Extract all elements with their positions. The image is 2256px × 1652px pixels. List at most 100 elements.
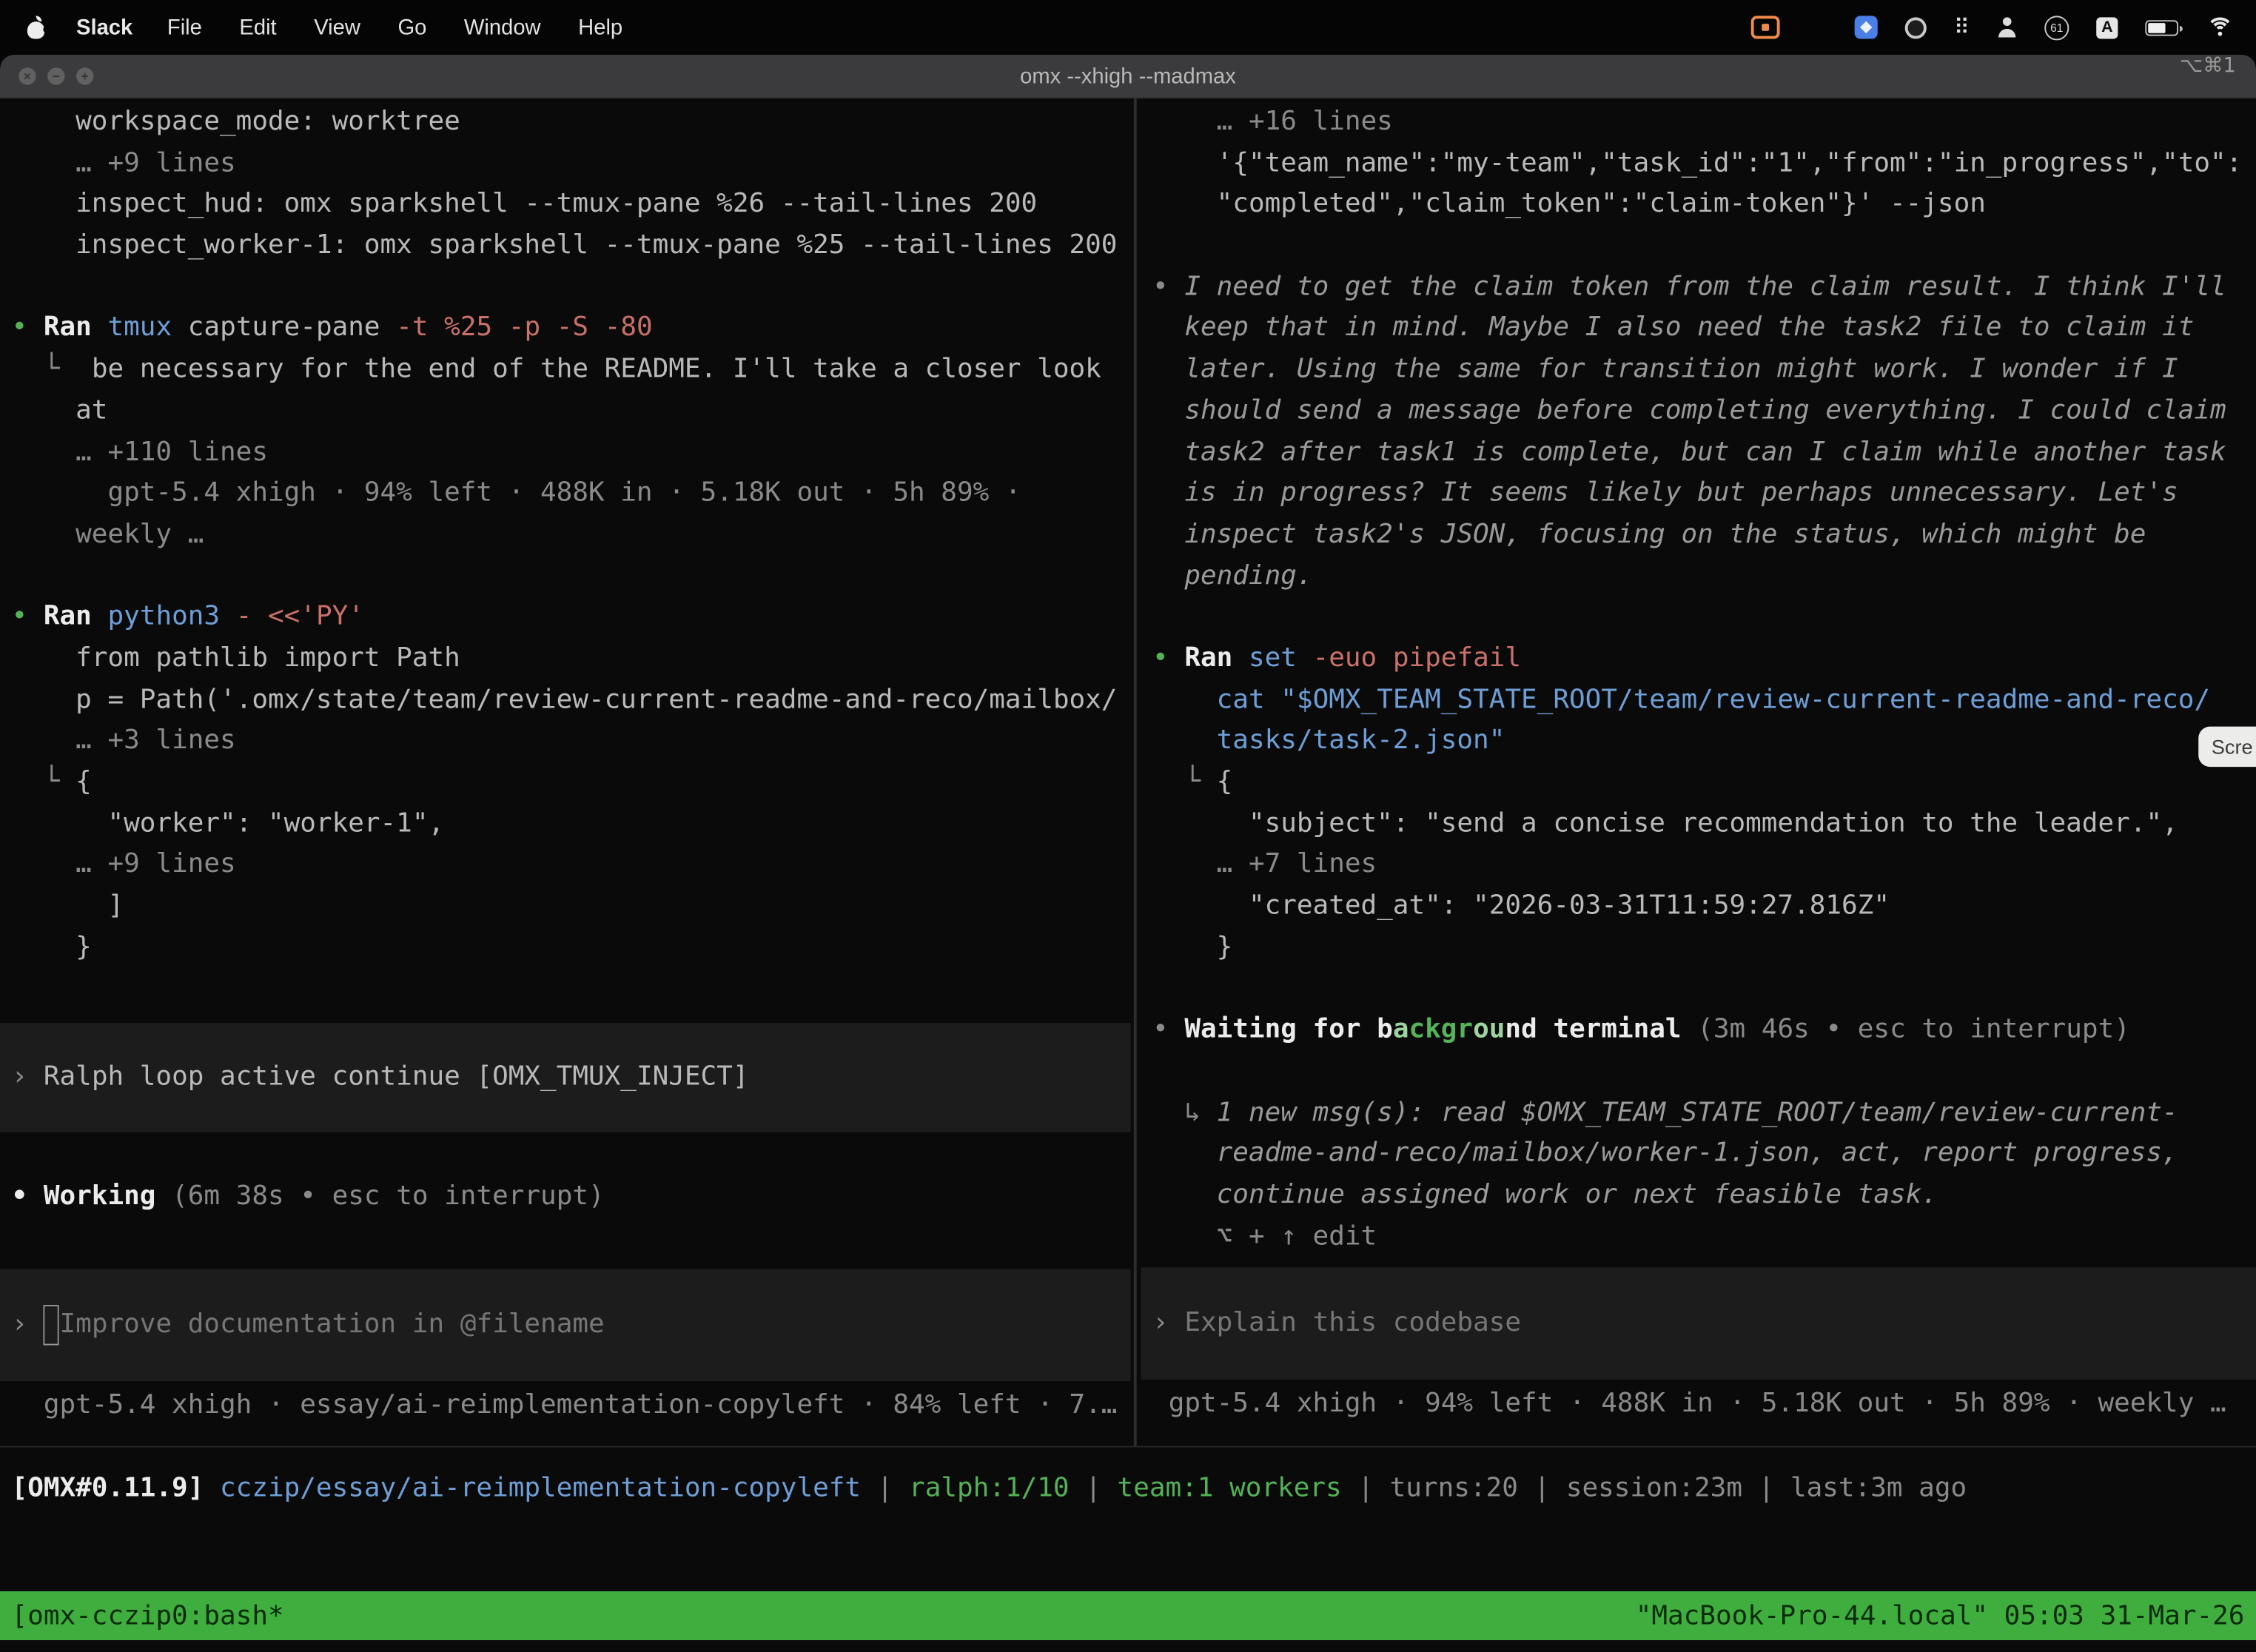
text-span: Ran <box>44 602 108 632</box>
text-span: team:1 workers <box>1118 1474 1342 1504</box>
text-span: Ran <box>1184 643 1249 674</box>
text-span: pending. <box>1152 560 1313 591</box>
text-span: • Working <box>12 1182 172 1212</box>
tmux-pane-right[interactable]: … +16 lines '{"team_name":"my-team","tas… <box>1141 98 2256 1446</box>
user-silhouette-icon[interactable] <box>1997 17 2017 37</box>
text-span: later. Using the same for transition mig… <box>1152 354 2178 384</box>
text-span: inspect_worker-1: omx sparkshell --tmux-… <box>12 230 1118 261</box>
text-span: inspect_hud: omx sparkshell --tmux-pane … <box>12 189 1038 219</box>
text-span: - <<'PY' <box>236 602 364 632</box>
composer-input-row[interactable]: › Improve documentation in @filename <box>0 1269 1131 1382</box>
blue-app-icon[interactable] <box>1855 16 1878 38</box>
composer-input-row[interactable]: › Ralph loop active continue [OMX_TMUX_I… <box>0 1024 1131 1133</box>
text-span: } <box>1152 932 1232 962</box>
wifi-icon[interactable] <box>2206 17 2233 37</box>
menu-item-view[interactable]: View <box>314 15 360 39</box>
window-shortcut: ⌥⌘1 <box>2180 55 2236 78</box>
terminal-line: inspect_worker-1: omx sparkshell --tmux-… <box>12 226 1131 267</box>
menu-item-edit[interactable]: Edit <box>239 15 276 39</box>
text-span: { <box>75 767 92 797</box>
stats-gauge-icon[interactable]: 61 <box>2044 15 2069 39</box>
terminal-line: keep that in mind. Maybe I also need the… <box>1152 309 2256 350</box>
close-button[interactable]: × <box>19 67 36 84</box>
title-bar[interactable]: × − + omx --xhigh --madmax ⌥⌘1 <box>0 55 2256 99</box>
terminal-line: ↳ 1 new msg(s): read $OMX_TEAM_STATE_ROO… <box>1152 1092 2256 1134</box>
screen-share-button[interactable]: Scre <box>2198 727 2256 767</box>
text-span: … +110 lines <box>12 437 268 467</box>
screen-recording-stop-icon[interactable] <box>1751 16 1780 38</box>
minimize-button[interactable]: − <box>47 67 64 84</box>
text-span: -t %25 -p -S -80 <box>396 313 652 343</box>
terminal-line: • Ran set -euo pipefail <box>1152 639 2256 680</box>
menu-item-window[interactable]: Window <box>464 15 541 39</box>
terminal-line: p = Path('.omx/state/team/review-current… <box>12 680 1131 722</box>
terminal-line: gpt-5.4 xhigh · 94% left · 488K in · 5.1… <box>12 474 1131 515</box>
terminal-line: at <box>12 391 1131 432</box>
text-span: ] <box>12 890 124 921</box>
apple-menu-icon[interactable] <box>26 15 47 39</box>
terminal-line: pending. <box>1152 556 2256 597</box>
terminal-line: … +16 lines <box>1152 102 2256 144</box>
terminal-line: readme-and-reco/mailbox/worker-1.json, a… <box>1152 1134 2256 1175</box>
text-span: › <box>12 1305 44 1346</box>
terminal-line <box>1152 226 2256 267</box>
terminal-line: workspace_mode: worktree <box>12 102 1131 144</box>
terminal-line: tasks/task-2.json" <box>1152 721 2256 762</box>
tmux-host-time: "MacBook-Pro-44.local" 05:03 31-Mar-26 <box>1636 1601 2245 1631</box>
text-span: (3m 46s • esc to interrupt) <box>1697 1015 2130 1045</box>
terminal-line: └ { <box>12 762 1131 804</box>
terminal-line <box>1152 969 2256 1010</box>
menu-item-file[interactable]: File <box>167 15 202 39</box>
window-title: omx --xhigh --madmax <box>1020 64 1236 89</box>
text-span: python3 <box>107 602 235 632</box>
terminal-line <box>12 267 1131 309</box>
text-span: • <box>12 313 44 343</box>
terminal-line: • I need to get the claim token from the… <box>1152 267 2256 309</box>
text-span: "worker": "worker-1", <box>12 808 445 839</box>
terminal-line: from pathlib import Path <box>12 639 1131 680</box>
text-span: continue assigned work or next feasible … <box>1152 1180 1938 1210</box>
text-span: should send a message before completing … <box>1152 395 2226 426</box>
terminal-line: inspect task2's JSON, focusing on the st… <box>1152 515 2256 557</box>
text-span: • <box>1152 272 1184 302</box>
text-span: } <box>12 932 92 962</box>
text-span: tmux <box>107 313 187 343</box>
text-span: workspace_mode: worktree <box>12 107 460 137</box>
menu-item-help[interactable]: Help <box>578 15 622 39</box>
dark-circle-app-icon[interactable] <box>1905 16 1927 38</box>
menu-items: File Edit View Go Window Help <box>167 15 622 39</box>
terminal-line: } <box>1152 927 2256 969</box>
text-span: -euo pipefail <box>1313 643 1521 674</box>
input-source-icon[interactable]: A <box>2096 16 2118 38</box>
text-span: … +9 lines <box>12 850 236 880</box>
text-span: Improve documentation in @filename <box>60 1305 605 1346</box>
terminal-line: ] <box>12 887 1131 928</box>
text-span: └ <box>1152 767 1217 797</box>
text-span: … +9 lines <box>12 148 236 178</box>
text-span <box>44 1305 60 1346</box>
terminal-line <box>1152 1052 2256 1093</box>
text-span: Ralph loop active continue [OMX_TMUX_INJ… <box>44 1058 749 1099</box>
grid-icon[interactable] <box>1807 18 1827 36</box>
text-span: • <box>1152 1015 1184 1045</box>
text-span: turns:20 <box>1390 1474 1518 1504</box>
menu-app-name[interactable]: Slack <box>76 15 132 39</box>
composer-input-row[interactable]: › Explain this codebase <box>1141 1268 2256 1380</box>
text-span: weekly … <box>12 519 204 549</box>
text-span: ↳ <box>1152 1097 1217 1127</box>
text-span: gpt-5.4 xhigh · 94% left · 488K in · 5.1… <box>1152 1389 2226 1419</box>
zoom-button[interactable]: + <box>76 67 93 84</box>
text-span: task2 after task1 is complete, but can I… <box>1152 437 2226 467</box>
menu-item-go[interactable]: Go <box>397 15 426 39</box>
menu-bar: Slack File Edit View Go Window Help ⠿ 61 A <box>0 0 2256 55</box>
terminal-line: • Ran tmux capture-pane -t %25 -p -S -80 <box>12 309 1131 350</box>
tmux-pane-left[interactable]: workspace_mode: worktree … +9 lines insp… <box>0 98 1131 1446</box>
text-span: terminal <box>1537 1015 1698 1045</box>
battery-icon[interactable] <box>2145 19 2178 35</box>
menu-bar-status-icons: ⠿ 61 A <box>1751 14 2256 40</box>
text-span: p = Path('.omx/state/team/review-current… <box>12 685 1118 715</box>
app-grid-dots-icon[interactable]: ⠿ <box>1954 14 1970 40</box>
pane-divider[interactable] <box>1134 98 1137 1446</box>
text-span: session:23m <box>1566 1474 1742 1504</box>
text-span: └ <box>12 767 76 797</box>
